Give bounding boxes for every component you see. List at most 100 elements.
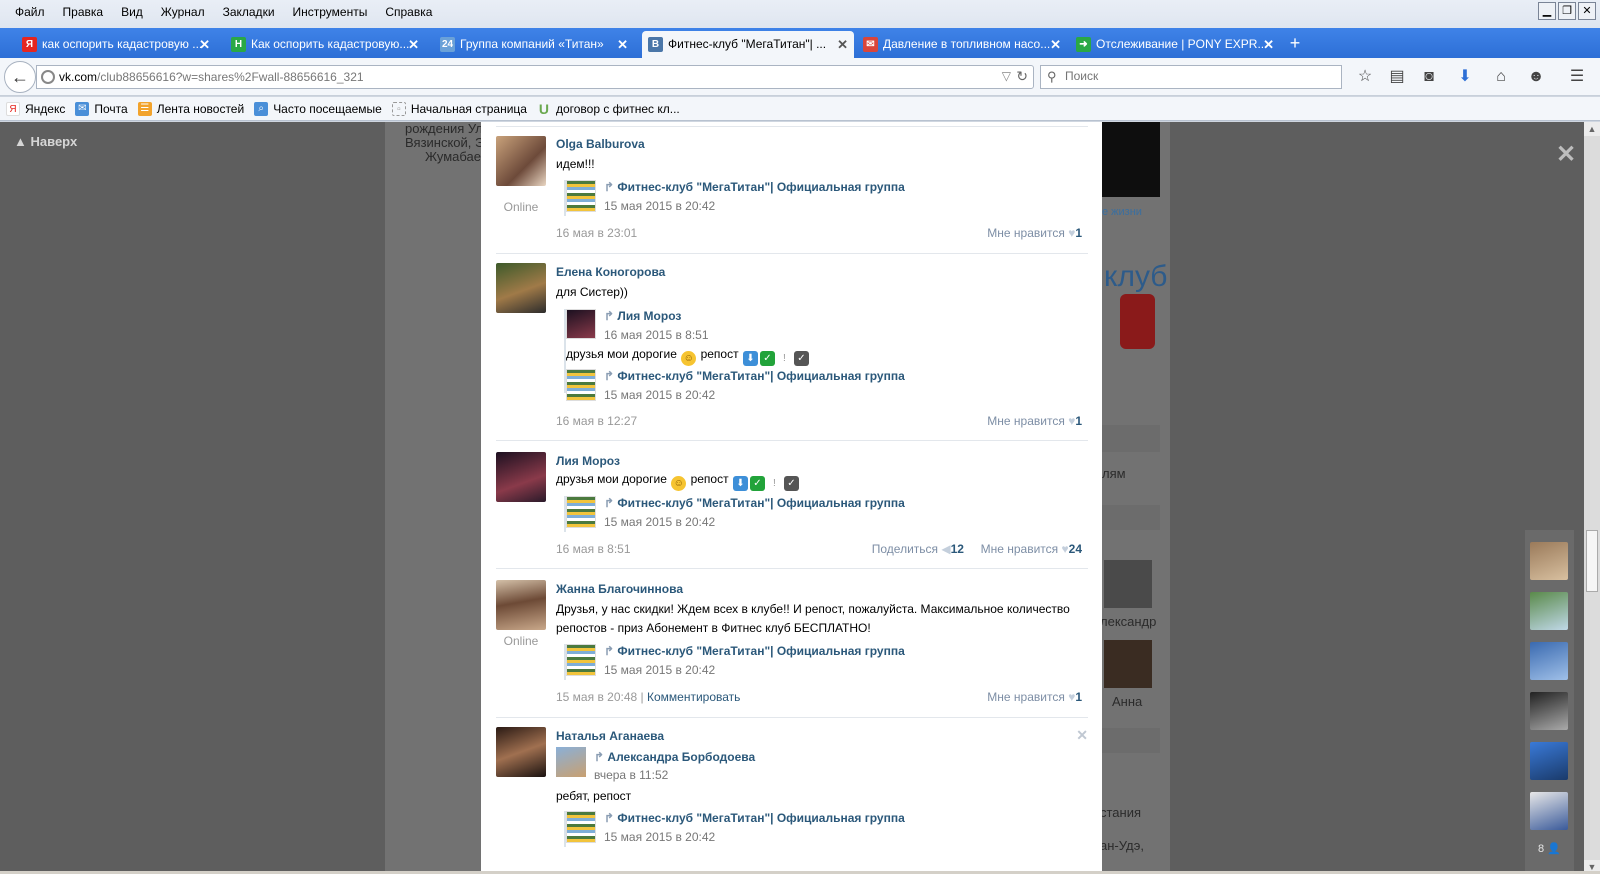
friends-count[interactable]: 8 👤 (1525, 842, 1574, 855)
friend-avatar[interactable] (1530, 542, 1568, 580)
restore-icon[interactable]: ❐ (1558, 2, 1576, 20)
friend-avatar[interactable] (1530, 692, 1568, 730)
page-content: рождения Ул Вязинской, Э Жумабаев е жизн… (0, 122, 1600, 874)
repost-group-name[interactable]: ↱ Фитнес-клуб "МегаТитан"| Официальная г… (604, 496, 905, 510)
inner-author-name[interactable]: ↱ Лия Мороз (604, 309, 681, 323)
like-button[interactable]: Мне нравится ♥1 (987, 690, 1082, 704)
menu-edit[interactable]: Правка (54, 3, 113, 21)
repost-group-name[interactable]: ↱ Фитнес-клуб "МегаТитан"| Официальная г… (604, 644, 905, 658)
bookmark-star-icon[interactable]: ☆ (1354, 67, 1376, 89)
menu-history[interactable]: Журнал (152, 3, 214, 21)
avatar[interactable] (496, 136, 546, 186)
bookmark-frequent[interactable]: ⌕ Часто посещаемые (254, 101, 382, 116)
author-name[interactable]: Olga Balburova (556, 137, 645, 151)
pocket-icon[interactable]: ◙ (1418, 67, 1440, 89)
close-tab-icon[interactable]: ✕ (199, 31, 210, 58)
bookmark-yandex[interactable]: Я Яндекс (6, 101, 65, 116)
inner-date: вчера в 11:52 (594, 768, 669, 782)
friend-avatar[interactable] (1530, 742, 1568, 780)
menu-tools[interactable]: Инструменты (284, 3, 377, 21)
close-overlay-icon[interactable]: ✕ (1556, 140, 1576, 169)
reload-icon[interactable]: ↻ (1016, 68, 1028, 85)
tab-6[interactable]: ➜ Отслеживание | PONY EXPR... ✕ (1070, 31, 1280, 58)
bookmark-contract[interactable]: Uдоговор с фитнес кл... (537, 102, 680, 116)
delete-icon[interactable]: ✕ (1076, 727, 1088, 744)
share-count: 12 (950, 542, 964, 556)
author-name[interactable]: Лия Мороз (556, 454, 620, 468)
scroll-up-icon[interactable]: ▲ (1584, 122, 1600, 136)
search-box[interactable]: ⚲ (1040, 65, 1342, 89)
avatar[interactable] (496, 452, 546, 502)
close-tab-icon[interactable]: ✕ (1263, 31, 1274, 58)
close-window-icon[interactable]: ✕ (1578, 2, 1596, 20)
tab-1[interactable]: Я как оспорить кадастровую ... ✕ (16, 31, 216, 58)
share-arrow-icon: ↱ (604, 309, 615, 323)
tab-4-active[interactable]: В Фитнес-клуб "МегаТитан"| ... ✕ (642, 31, 854, 58)
close-tab-icon[interactable]: ✕ (1050, 31, 1061, 58)
bookmark-news[interactable]: ☰ Лента новостей (137, 101, 244, 116)
hamburger-menu-icon[interactable]: ☰ (1566, 67, 1588, 89)
share-arrow-icon: ↱ (604, 496, 615, 510)
avatar[interactable] (496, 263, 546, 313)
friend-avatar[interactable] (1530, 642, 1568, 680)
author-name[interactable]: Жанна Благочиннова (556, 582, 683, 596)
repost-group-name[interactable]: ↱ Фитнес-клуб "МегаТитан"| Официальная г… (604, 811, 905, 825)
friend-avatar[interactable] (1530, 792, 1568, 830)
menu-help[interactable]: Справка (376, 3, 441, 21)
like-button[interactable]: Мне нравится ♥1 (987, 226, 1082, 240)
download-icon[interactable]: ⬇ (1454, 67, 1476, 89)
post-date[interactable]: 16 мая в 12:27 (556, 414, 637, 428)
share-button[interactable]: Поделиться ◀12 (872, 542, 964, 556)
post-text: друзья мои дорогие ☺ репост ⬇ ✓! ✓ (556, 470, 1076, 491)
close-tab-icon[interactable]: ✕ (408, 31, 419, 58)
avatar[interactable] (496, 580, 546, 630)
group-thumbnail[interactable] (566, 369, 596, 401)
post-date[interactable]: 16 мая в 8:51 (556, 542, 631, 556)
search-input[interactable] (1065, 69, 1335, 83)
window-titlebar: Файл Правка Вид Журнал Закладки Инструме… (0, 0, 1600, 28)
repost-group-name[interactable]: ↱ Фитнес-клуб "МегаТитан"| Официальная г… (604, 369, 905, 383)
page-scrollbar[interactable]: ▲ ▼ (1584, 122, 1600, 874)
tab-5[interactable]: ✉ Давление в топливном насо... ✕ (857, 31, 1067, 58)
group-thumbnail[interactable] (566, 644, 596, 676)
group-label: Фитнес-клуб "МегаТитан"| Официальная гру… (617, 180, 905, 194)
minimize-icon[interactable]: ▁ (1538, 2, 1556, 20)
new-tab-button[interactable]: + (1283, 28, 1307, 58)
post-meta: 15 мая в 20:48 | Комментировать (556, 690, 741, 704)
repost-group-name[interactable]: ↱ Фитнес-клуб "МегаТитан"| Официальная г… (604, 180, 905, 194)
menu-view[interactable]: Вид (112, 3, 152, 21)
group-thumbnail[interactable] (566, 811, 596, 843)
group-thumbnail[interactable] (566, 180, 596, 212)
friend-avatar[interactable] (1530, 592, 1568, 630)
author-name[interactable]: Наталья Аганаева (556, 729, 664, 743)
tab-2[interactable]: H Как оспорить кадастровую... ✕ (225, 31, 425, 58)
post-date[interactable]: 16 мая в 23:01 (556, 226, 637, 240)
back-button[interactable]: ← (4, 61, 36, 93)
url-bar[interactable]: vk.com/club88656616?w=shares%2Fwall-8865… (36, 65, 1034, 89)
reading-list-icon[interactable]: ▤ (1386, 67, 1408, 89)
chat-icon[interactable]: ☻ (1525, 67, 1547, 89)
inner-author-avatar[interactable] (566, 309, 596, 339)
dropdown-icon[interactable]: ▽ (1002, 69, 1011, 83)
close-tab-icon[interactable]: ✕ (617, 31, 628, 58)
avatar[interactable] (496, 727, 546, 777)
inner-author-name[interactable]: ↱ Александра Борбодоева (594, 750, 755, 764)
author-name[interactable]: Елена Коногорова (556, 265, 665, 279)
like-button[interactable]: Мне нравится ♥1 (987, 414, 1082, 428)
like-button[interactable]: Мне нравится ♥24 (981, 542, 1082, 556)
scroll-thumb[interactable] (1586, 530, 1598, 592)
comment-link[interactable]: Комментировать (647, 690, 740, 704)
tab-3[interactable]: 24 Группа компаний «Титан» ✕ (434, 31, 634, 58)
scroll-to-top-button[interactable]: ▲ Наверх (14, 134, 77, 149)
home-icon[interactable]: ⌂ (1490, 67, 1512, 89)
bookmark-home[interactable]: ▫ Начальная страница (391, 101, 527, 116)
divider (496, 253, 1088, 254)
inner-author-avatar[interactable] (556, 747, 586, 777)
menu-bookmarks[interactable]: Закладки (214, 3, 284, 21)
group-thumbnail[interactable] (566, 496, 596, 528)
scroll-to-top-label: Наверх (30, 134, 78, 149)
post-date[interactable]: 15 мая в 20:48 (556, 690, 637, 704)
menu-file[interactable]: Файл (6, 3, 54, 21)
close-tab-icon[interactable]: ✕ (837, 31, 848, 58)
bookmark-mail[interactable]: ✉ Почта (75, 101, 128, 116)
